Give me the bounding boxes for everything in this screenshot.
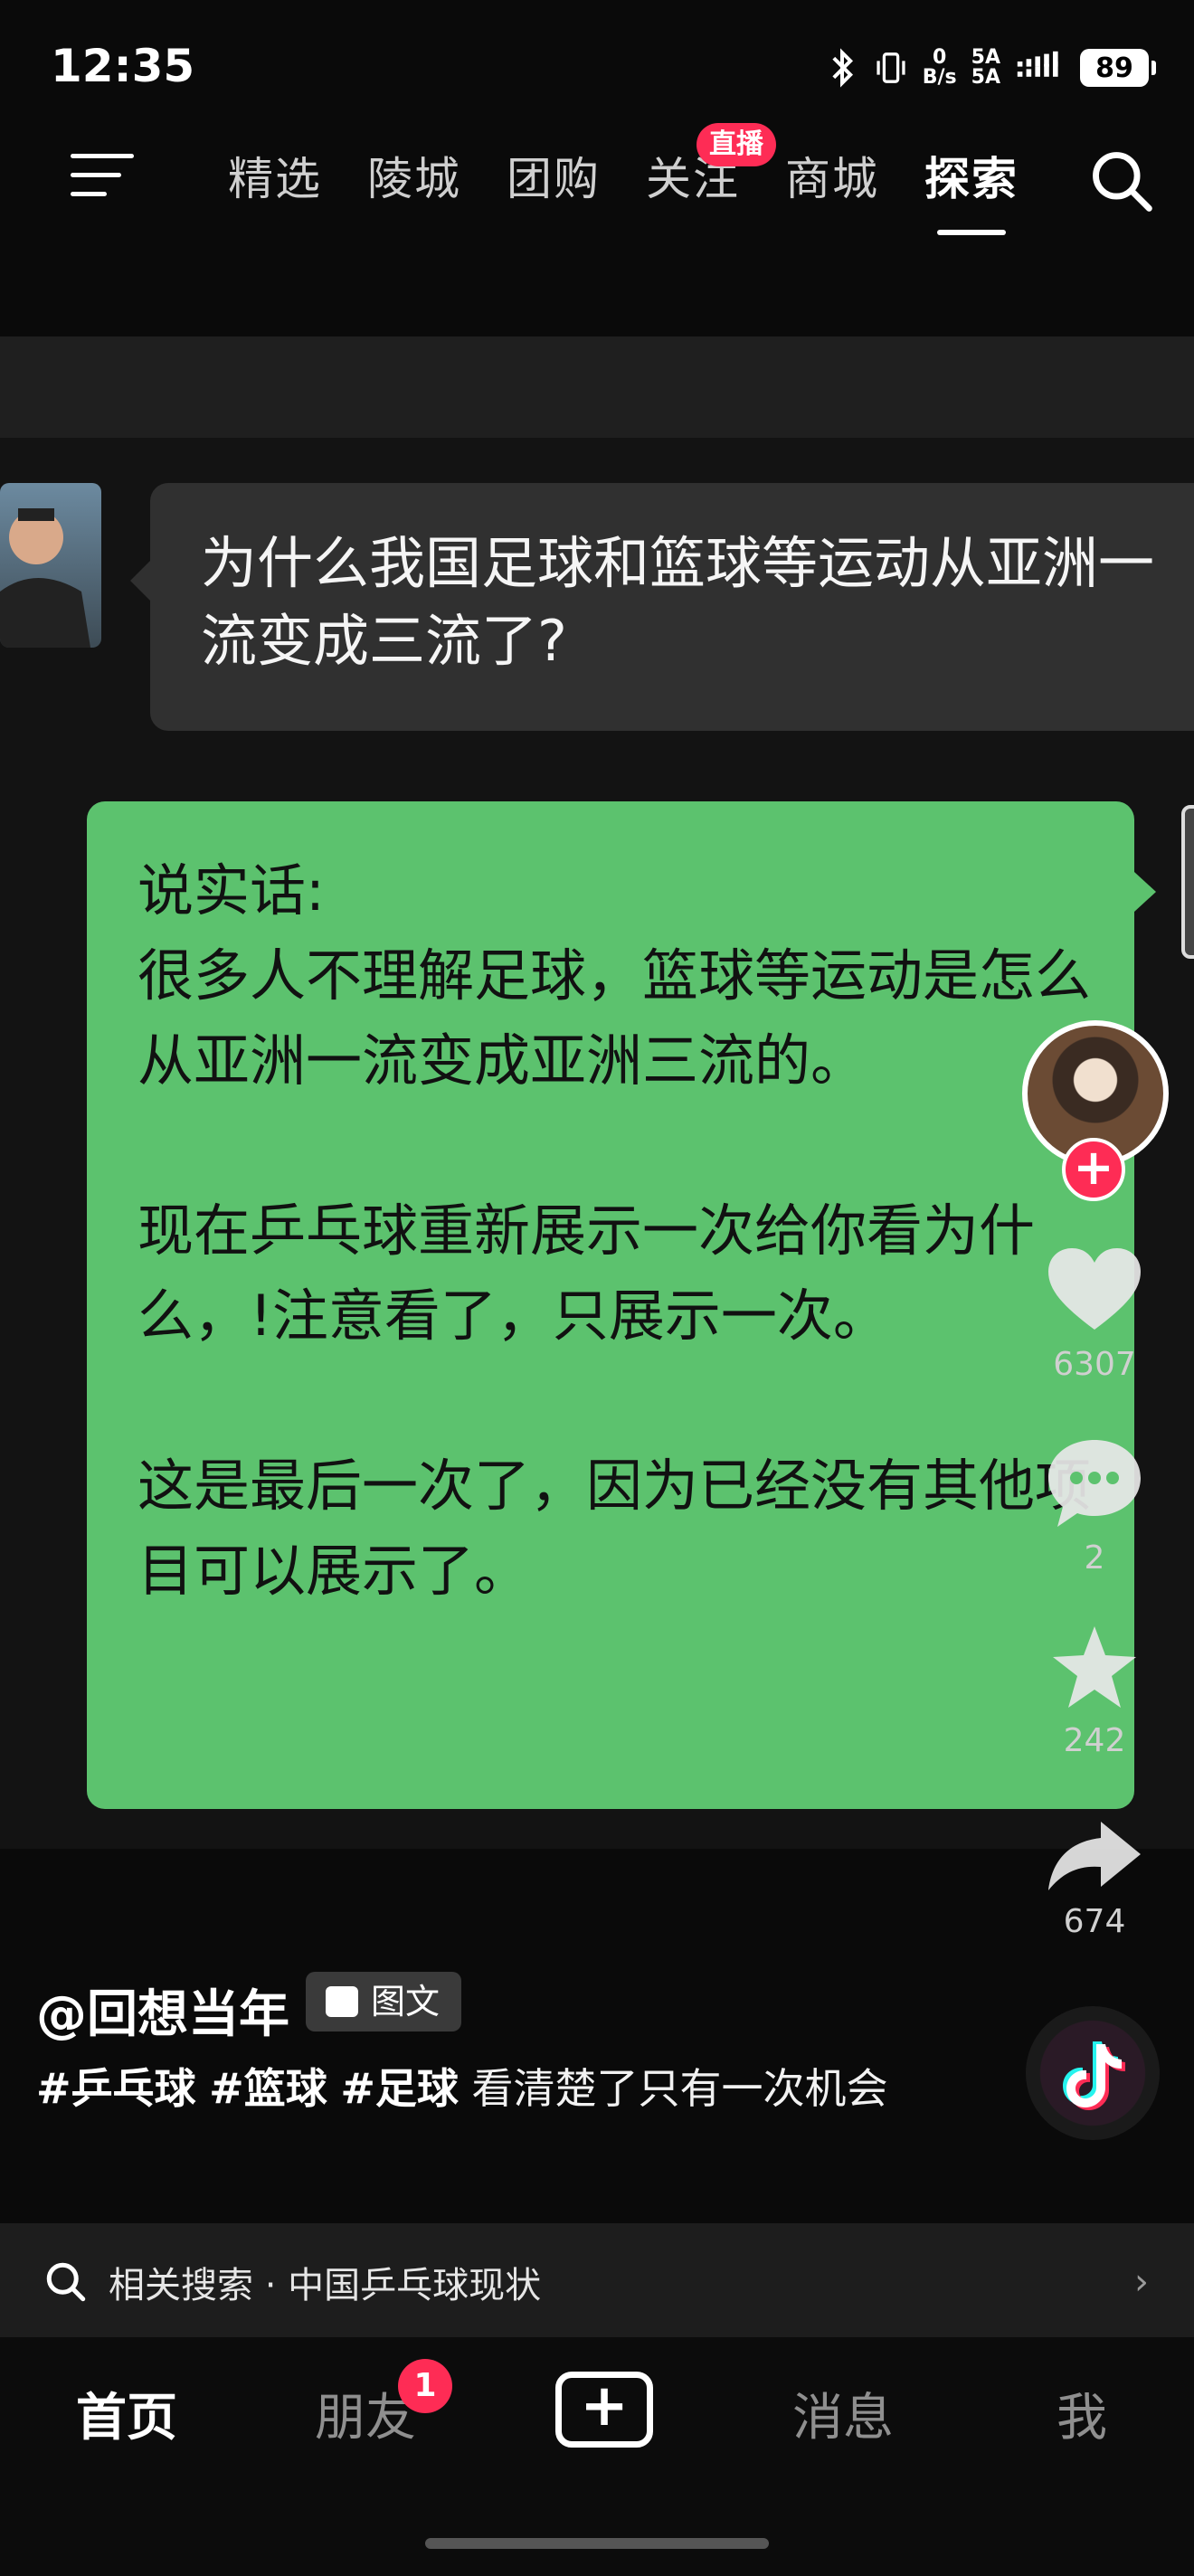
hashtag[interactable]: #篮球 [209,2064,327,2113]
tab-group-buy[interactable]: 团购 [507,143,601,215]
status-time: 12:35 [51,40,195,92]
tab-explore[interactable]: 探索 [924,143,1019,235]
bluetooth-icon [832,48,853,88]
hashtag[interactable]: #足球 [340,2064,459,2113]
menu-icon[interactable] [71,154,136,204]
favorite-action[interactable]: 242 [1013,1623,1176,1759]
follow-plus-icon[interactable]: + [1062,1138,1125,1201]
home-indicator[interactable] [425,2538,769,2549]
comment-icon [1048,1440,1141,1527]
hashtag[interactable]: #乒乓球 [36,2064,196,2113]
vibrate-icon [877,52,905,83]
post-type-badge: 图文 [306,1972,462,2031]
person-photo-icon [0,508,90,648]
answer-bubble: 说实话: 很多人不理解足球，篮球等运动是怎么从亚洲一流变成亚洲三流的。 现在乒乓… [87,801,1156,1809]
music-disc[interactable] [1026,2006,1160,2140]
image-text-icon [326,1986,358,2017]
nav-home[interactable]: 首页 [36,2377,217,2450]
share-action[interactable]: 674 [1013,1818,1176,1940]
author-name[interactable]: @回想当年 [36,1974,289,2047]
status-bar: 12:35 0 B/s 5A 5A 89 [0,0,1194,136]
answerer-avatar-edge [1181,805,1194,959]
star-icon [1053,1626,1136,1708]
tab-bar: 精选 陵城 团购 关注 商城 探索 [228,143,1019,235]
question-bubble: 为什么我国足球和篮球等运动从亚洲一流变成三流了? [130,483,1194,731]
caption-text: 看清楚了只有一次机会 [471,2064,888,2113]
header-spacer [0,336,1194,438]
question-text: 为什么我国足球和篮球等运动从亚洲一流变成三流了? [201,530,1155,674]
asker-avatar [0,483,101,648]
status-icons: 0 B/s 5A 5A 89 [825,46,1156,89]
battery-indicator: 89 [1080,49,1156,87]
tab-featured[interactable]: 精选 [228,143,322,215]
top-nav: 精选 陵城 团购 关注 商城 探索 直播 [0,123,1194,253]
answer-text: 说实话: 很多人不理解足球，篮球等运动是怎么从亚洲一流变成亚洲三流的。 现在乒乓… [137,857,1092,1604]
related-search-bar[interactable]: 相关搜索 · 中国乒乓球现状 › [0,2223,1194,2337]
signal-icon [1017,51,1058,77]
network-speed: 0 B/s [922,46,957,89]
tiktok-logo-icon [1063,2041,1125,2110]
signal-labels: 5A 5A [971,46,1000,89]
search-icon [46,2262,86,2302]
share-arrow-icon [1048,1822,1141,1890]
share-count: 674 [1063,1903,1126,1940]
related-search-label: 相关搜索 · 中国乒乓球现状 [109,2265,542,2306]
search-icon[interactable] [1087,147,1156,215]
live-badge: 直播 [696,123,776,166]
heart-icon [1048,1248,1141,1330]
comment-action[interactable]: 2 [1013,1436,1176,1577]
like-count: 6307 [1053,1346,1136,1383]
tab-mall[interactable]: 商城 [785,143,879,215]
comment-count: 2 [1084,1539,1105,1577]
tab-local[interactable]: 陵城 [367,143,461,215]
favorite-count: 242 [1063,1722,1126,1759]
chevron-right-icon: › [1134,2261,1149,2303]
friends-badge: 1 [398,2359,452,2413]
nav-messages[interactable]: 消息 [753,2377,933,2450]
post-caption: #乒乓球 #篮球 #足球 看清楚了只有一次机会 [36,2057,923,2120]
nav-me[interactable]: 我 [991,2377,1172,2450]
like-action[interactable]: 6307 [1013,1246,1176,1383]
create-post-button[interactable]: + [555,2372,653,2448]
